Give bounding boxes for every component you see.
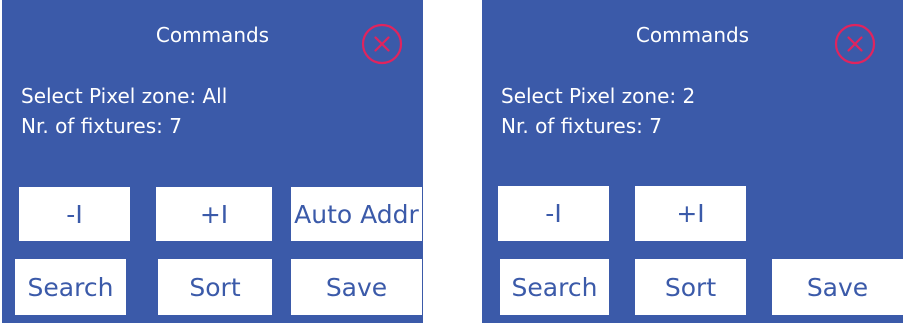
commands-panel-zone-2: Commands Select Pixel zone: 2 Nr. of fix… — [482, 0, 903, 323]
fixtures-count-label: Nr. of fixtures: 7 — [21, 114, 182, 138]
pixel-zone-label: Select Pixel zone: All — [21, 84, 228, 108]
commands-panel-all-zones: Commands Select Pixel zone: All Nr. of f… — [2, 0, 423, 323]
close-icon — [361, 23, 403, 65]
sort-button[interactable]: Sort — [635, 259, 746, 315]
decrement-button[interactable]: -I — [498, 186, 609, 241]
sort-button[interactable]: Sort — [158, 259, 272, 315]
auto-addr-button[interactable]: Auto Addr — [291, 187, 422, 241]
increment-button[interactable]: +I — [635, 186, 746, 241]
fixtures-count-label: Nr. of fixtures: 7 — [501, 114, 662, 138]
increment-button[interactable]: +I — [156, 187, 272, 241]
close-button[interactable] — [833, 22, 877, 66]
save-button[interactable]: Save — [772, 259, 903, 315]
search-button[interactable]: Search — [15, 259, 126, 315]
pixel-zone-label: Select Pixel zone: 2 — [501, 84, 696, 108]
close-button[interactable] — [360, 22, 404, 66]
close-icon — [834, 23, 876, 65]
decrement-button[interactable]: -I — [19, 187, 130, 241]
save-button[interactable]: Save — [291, 259, 422, 315]
search-button[interactable]: Search — [500, 259, 609, 315]
